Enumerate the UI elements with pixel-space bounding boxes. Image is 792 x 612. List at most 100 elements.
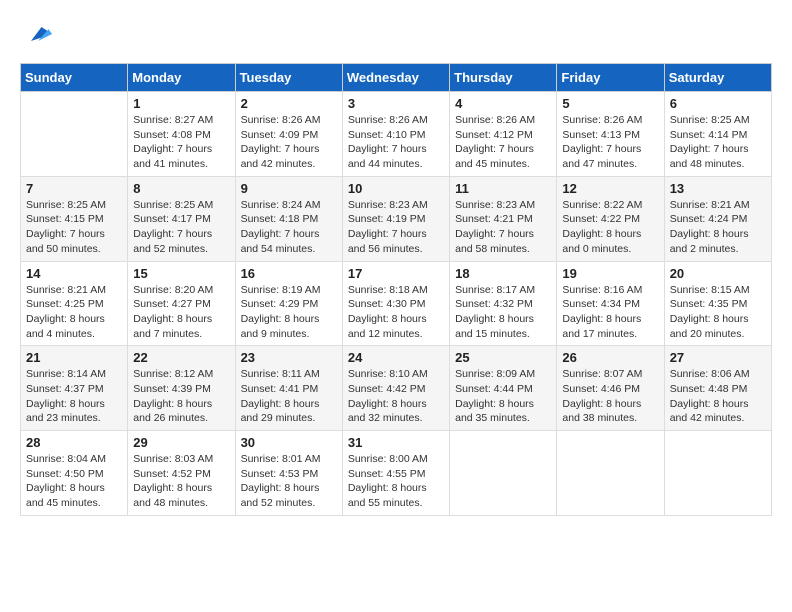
calendar-cell: 3 Sunrise: 8:26 AMSunset: 4:10 PMDaylight… bbox=[342, 92, 449, 177]
day-info: Sunrise: 8:17 AMSunset: 4:32 PMDaylight:… bbox=[455, 283, 551, 342]
day-number: 4 bbox=[455, 96, 551, 111]
day-info: Sunrise: 8:12 AMSunset: 4:39 PMDaylight:… bbox=[133, 367, 229, 426]
day-number: 23 bbox=[241, 350, 337, 365]
day-number: 31 bbox=[348, 435, 444, 450]
calendar-cell: 14Sunrise: 8:21 AMSunset: 4:25 PMDayligh… bbox=[21, 261, 128, 346]
calendar-cell: 30 Sunrise: 8:01 AMSunset: 4:53 PMDayligh… bbox=[235, 431, 342, 516]
day-number: 24 bbox=[348, 350, 444, 365]
day-number: 12 bbox=[562, 181, 658, 196]
day-info: Sunrise: 8:01 AMSunset: 4:53 PMDaylight:… bbox=[241, 452, 337, 511]
calendar-cell: 25Sunrise: 8:09 AMSunset: 4:44 PMDayligh… bbox=[450, 346, 557, 431]
day-info: Sunrise: 8:03 AMSunset: 4:52 PMDaylight:… bbox=[133, 452, 229, 511]
day-info: Sunrise: 8:14 AMSunset: 4:37 PMDaylight:… bbox=[26, 367, 122, 426]
calendar-cell: 17 Sunrise: 8:18 AMSunset: 4:30 PMDayligh… bbox=[342, 261, 449, 346]
weekday-header: Tuesday bbox=[235, 64, 342, 92]
calendar-cell bbox=[21, 92, 128, 177]
day-info: Sunrise: 8:23 AMSunset: 4:19 PMDaylight:… bbox=[348, 198, 444, 257]
day-number: 27 bbox=[670, 350, 766, 365]
logo-icon bbox=[24, 20, 52, 48]
calendar-cell bbox=[557, 431, 664, 516]
day-info: Sunrise: 8:26 AMSunset: 4:12 PMDaylight:… bbox=[455, 113, 551, 172]
page-header bbox=[20, 20, 772, 53]
weekday-header: Friday bbox=[557, 64, 664, 92]
calendar-cell: 31 Sunrise: 8:00 AMSunset: 4:55 PMDayligh… bbox=[342, 431, 449, 516]
day-number: 5 bbox=[562, 96, 658, 111]
day-info: Sunrise: 8:04 AMSunset: 4:50 PMDaylight:… bbox=[26, 452, 122, 511]
day-number: 30 bbox=[241, 435, 337, 450]
day-number: 1 bbox=[133, 96, 229, 111]
calendar-cell: 1 Sunrise: 8:27 AMSunset: 4:08 PMDaylight… bbox=[128, 92, 235, 177]
calendar-cell: 16 Sunrise: 8:19 AMSunset: 4:29 PMDayligh… bbox=[235, 261, 342, 346]
weekday-header: Saturday bbox=[664, 64, 771, 92]
calendar-cell: 13 Sunrise: 8:21 AMSunset: 4:24 PMDayligh… bbox=[664, 176, 771, 261]
day-info: Sunrise: 8:23 AMSunset: 4:21 PMDaylight:… bbox=[455, 198, 551, 257]
day-number: 28 bbox=[26, 435, 122, 450]
calendar-cell: 8 Sunrise: 8:25 AMSunset: 4:17 PMDaylight… bbox=[128, 176, 235, 261]
day-info: Sunrise: 8:25 AMSunset: 4:17 PMDaylight:… bbox=[133, 198, 229, 257]
day-number: 2 bbox=[241, 96, 337, 111]
day-info: Sunrise: 8:11 AMSunset: 4:41 PMDaylight:… bbox=[241, 367, 337, 426]
day-number: 9 bbox=[241, 181, 337, 196]
logo bbox=[20, 20, 52, 53]
calendar-week-row: 1 Sunrise: 8:27 AMSunset: 4:08 PMDaylight… bbox=[21, 92, 772, 177]
calendar-header-row: SundayMondayTuesdayWednesdayThursdayFrid… bbox=[21, 64, 772, 92]
day-info: Sunrise: 8:26 AMSunset: 4:13 PMDaylight:… bbox=[562, 113, 658, 172]
calendar-cell: 12 Sunrise: 8:22 AMSunset: 4:22 PMDayligh… bbox=[557, 176, 664, 261]
day-info: Sunrise: 8:24 AMSunset: 4:18 PMDaylight:… bbox=[241, 198, 337, 257]
day-number: 26 bbox=[562, 350, 658, 365]
day-number: 11 bbox=[455, 181, 551, 196]
day-number: 25 bbox=[455, 350, 551, 365]
day-info: Sunrise: 8:22 AMSunset: 4:22 PMDaylight:… bbox=[562, 198, 658, 257]
calendar-cell: 9 Sunrise: 8:24 AMSunset: 4:18 PMDaylight… bbox=[235, 176, 342, 261]
day-info: Sunrise: 8:18 AMSunset: 4:30 PMDaylight:… bbox=[348, 283, 444, 342]
calendar-cell: 24 Sunrise: 8:10 AMSunset: 4:42 PMDayligh… bbox=[342, 346, 449, 431]
day-info: Sunrise: 8:21 AMSunset: 4:25 PMDaylight:… bbox=[26, 283, 122, 342]
calendar-week-row: 21 Sunrise: 8:14 AMSunset: 4:37 PMDayligh… bbox=[21, 346, 772, 431]
weekday-header: Sunday bbox=[21, 64, 128, 92]
day-info: Sunrise: 8:10 AMSunset: 4:42 PMDaylight:… bbox=[348, 367, 444, 426]
day-info: Sunrise: 8:00 AMSunset: 4:55 PMDaylight:… bbox=[348, 452, 444, 511]
calendar-week-row: 7Sunrise: 8:25 AMSunset: 4:15 PMDaylight… bbox=[21, 176, 772, 261]
calendar-cell: 21 Sunrise: 8:14 AMSunset: 4:37 PMDayligh… bbox=[21, 346, 128, 431]
day-number: 15 bbox=[133, 266, 229, 281]
calendar-cell: 26 Sunrise: 8:07 AMSunset: 4:46 PMDayligh… bbox=[557, 346, 664, 431]
calendar-table: SundayMondayTuesdayWednesdayThursdayFrid… bbox=[20, 63, 772, 516]
day-info: Sunrise: 8:15 AMSunset: 4:35 PMDaylight:… bbox=[670, 283, 766, 342]
calendar-cell: 6Sunrise: 8:25 AMSunset: 4:14 PMDaylight… bbox=[664, 92, 771, 177]
calendar-cell: 18 Sunrise: 8:17 AMSunset: 4:32 PMDayligh… bbox=[450, 261, 557, 346]
calendar-cell: 28 Sunrise: 8:04 AMSunset: 4:50 PMDayligh… bbox=[21, 431, 128, 516]
calendar-cell: 23 Sunrise: 8:11 AMSunset: 4:41 PMDayligh… bbox=[235, 346, 342, 431]
day-info: Sunrise: 8:26 AMSunset: 4:09 PMDaylight:… bbox=[241, 113, 337, 172]
day-info: Sunrise: 8:26 AMSunset: 4:10 PMDaylight:… bbox=[348, 113, 444, 172]
day-number: 16 bbox=[241, 266, 337, 281]
day-number: 10 bbox=[348, 181, 444, 196]
weekday-header: Monday bbox=[128, 64, 235, 92]
day-number: 13 bbox=[670, 181, 766, 196]
day-number: 22 bbox=[133, 350, 229, 365]
calendar-cell: 15 Sunrise: 8:20 AMSunset: 4:27 PMDayligh… bbox=[128, 261, 235, 346]
day-info: Sunrise: 8:21 AMSunset: 4:24 PMDaylight:… bbox=[670, 198, 766, 257]
day-number: 17 bbox=[348, 266, 444, 281]
day-info: Sunrise: 8:27 AMSunset: 4:08 PMDaylight:… bbox=[133, 113, 229, 172]
day-info: Sunrise: 8:16 AMSunset: 4:34 PMDaylight:… bbox=[562, 283, 658, 342]
weekday-header: Wednesday bbox=[342, 64, 449, 92]
calendar-cell: 11 Sunrise: 8:23 AMSunset: 4:21 PMDayligh… bbox=[450, 176, 557, 261]
calendar-cell: 19 Sunrise: 8:16 AMSunset: 4:34 PMDayligh… bbox=[557, 261, 664, 346]
calendar-cell: 7Sunrise: 8:25 AMSunset: 4:15 PMDaylight… bbox=[21, 176, 128, 261]
calendar-cell: 27Sunrise: 8:06 AMSunset: 4:48 PMDayligh… bbox=[664, 346, 771, 431]
day-number: 3 bbox=[348, 96, 444, 111]
day-number: 20 bbox=[670, 266, 766, 281]
calendar-cell: 29Sunrise: 8:03 AMSunset: 4:52 PMDayligh… bbox=[128, 431, 235, 516]
day-number: 6 bbox=[670, 96, 766, 111]
day-info: Sunrise: 8:20 AMSunset: 4:27 PMDaylight:… bbox=[133, 283, 229, 342]
calendar-cell: 5 Sunrise: 8:26 AMSunset: 4:13 PMDaylight… bbox=[557, 92, 664, 177]
calendar-cell: 10 Sunrise: 8:23 AMSunset: 4:19 PMDayligh… bbox=[342, 176, 449, 261]
day-info: Sunrise: 8:25 AMSunset: 4:15 PMDaylight:… bbox=[26, 198, 122, 257]
day-number: 18 bbox=[455, 266, 551, 281]
day-info: Sunrise: 8:07 AMSunset: 4:46 PMDaylight:… bbox=[562, 367, 658, 426]
day-number: 21 bbox=[26, 350, 122, 365]
day-info: Sunrise: 8:19 AMSunset: 4:29 PMDaylight:… bbox=[241, 283, 337, 342]
day-number: 19 bbox=[562, 266, 658, 281]
day-number: 8 bbox=[133, 181, 229, 196]
calendar-cell: 2 Sunrise: 8:26 AMSunset: 4:09 PMDaylight… bbox=[235, 92, 342, 177]
